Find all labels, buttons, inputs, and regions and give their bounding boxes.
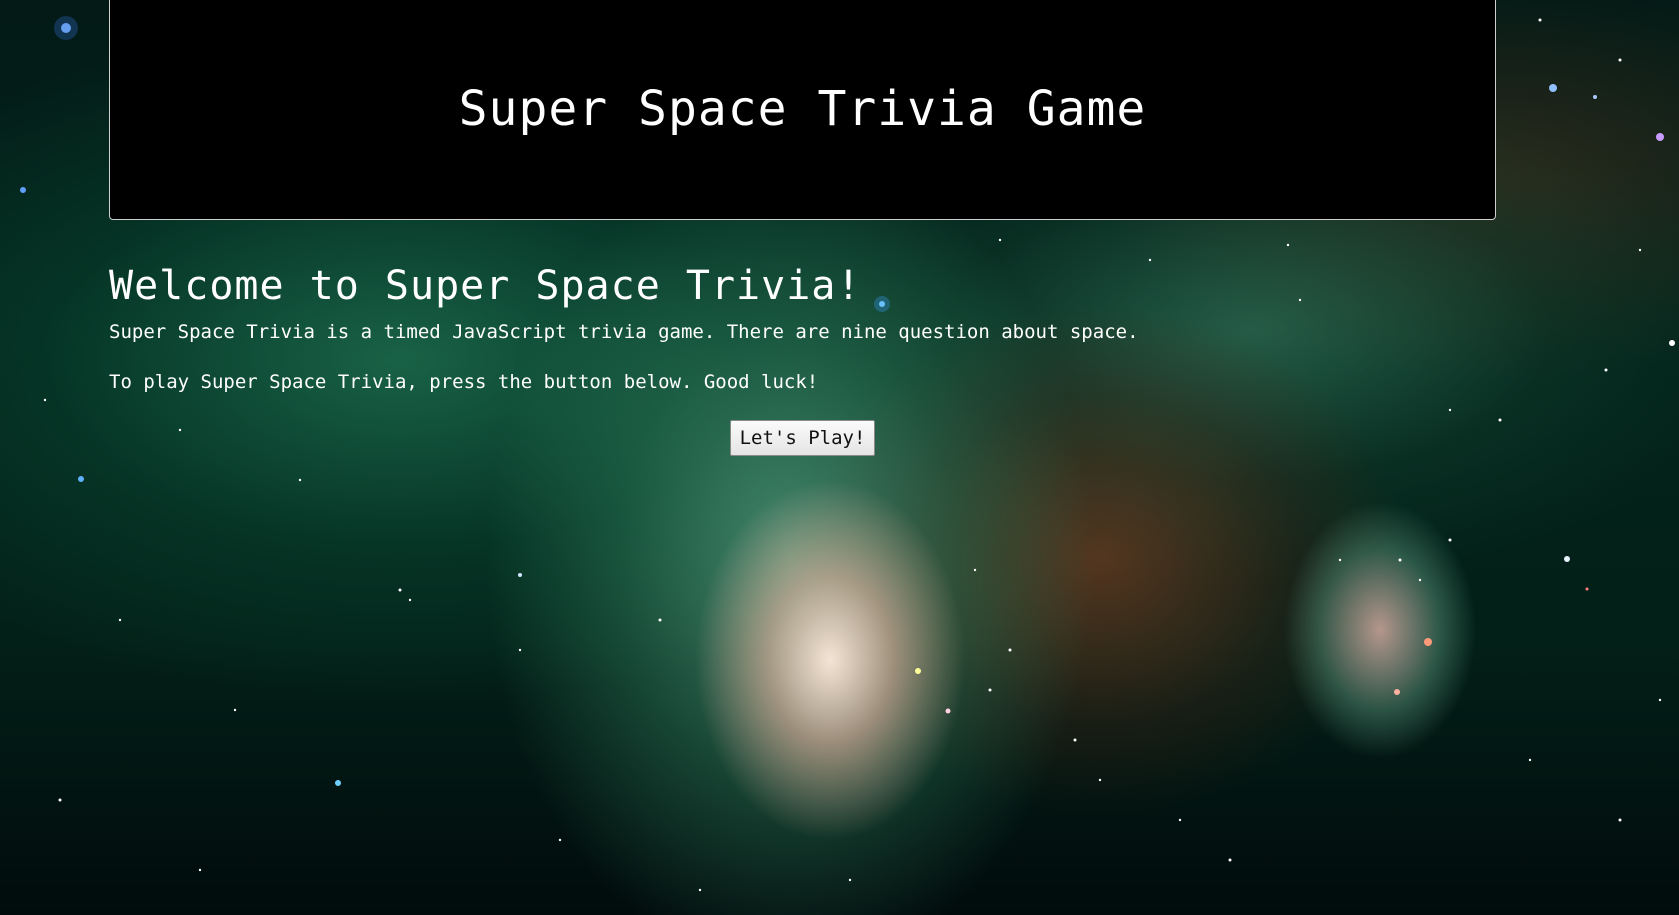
instructions-text: To play Super Space Trivia, press the bu… bbox=[109, 371, 819, 393]
welcome-heading: Welcome to Super Space Trivia! bbox=[109, 263, 862, 309]
lets-play-button[interactable]: Let's Play! bbox=[729, 420, 876, 456]
play-button-container: Let's Play! bbox=[109, 420, 1496, 456]
welcome-section: Welcome to Super Space Trivia! Super Spa… bbox=[109, 258, 1496, 456]
site-title: Super Space Trivia Game bbox=[458, 81, 1147, 137]
intro-text: Super Space Trivia is a timed JavaScript… bbox=[109, 321, 1139, 343]
site-header: Super Space Trivia Game bbox=[109, 0, 1496, 220]
